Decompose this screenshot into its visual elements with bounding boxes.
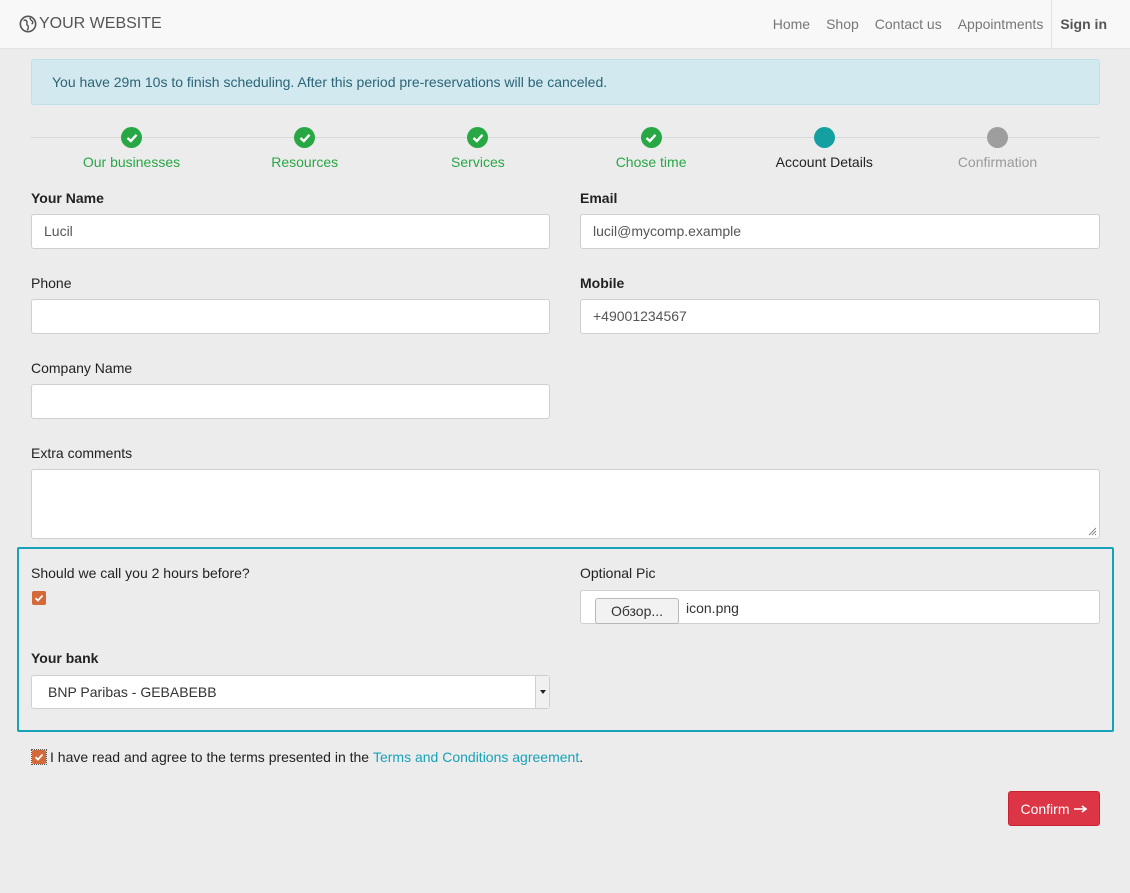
step-label: Services bbox=[451, 154, 505, 170]
brand-logo[interactable]: YOUR WEBSITE bbox=[19, 14, 162, 34]
check-circle-icon bbox=[294, 127, 316, 148]
step-services: Services bbox=[391, 127, 564, 170]
mobile-input[interactable]: +49001234567 bbox=[580, 299, 1100, 334]
mobile-label: Mobile bbox=[580, 275, 625, 291]
step-label: Confirmation bbox=[957, 154, 1038, 170]
step-label: Resources bbox=[271, 154, 339, 170]
bank-label: Your bank bbox=[31, 650, 99, 666]
timer-alert: You have 29m 10s to finish scheduling. A… bbox=[31, 59, 1100, 105]
comments-textarea[interactable] bbox=[31, 469, 1100, 539]
confirm-label: Confirm bbox=[1020, 800, 1070, 817]
step-label: Account Details bbox=[775, 154, 873, 170]
step-chose-time: Chose time bbox=[565, 127, 738, 170]
comments-label: Extra comments bbox=[31, 445, 133, 461]
nav-contact-us[interactable]: Contact us bbox=[875, 16, 942, 32]
check-circle-icon bbox=[121, 127, 142, 148]
name-label: Your Name bbox=[31, 190, 104, 206]
step-confirmation: Confirmation bbox=[911, 127, 1084, 170]
step-dot-icon bbox=[813, 127, 835, 148]
bank-select-value: BNP Paribas - GEBABEBB bbox=[48, 684, 217, 700]
nav-shop[interactable]: Shop bbox=[826, 16, 859, 32]
nav-menu: Home Shop Contact us Appointments Sign i… bbox=[773, 0, 1130, 48]
sign-in-link[interactable]: Sign in bbox=[1051, 0, 1107, 48]
phone-label: Phone bbox=[31, 275, 72, 291]
company-input[interactable] bbox=[31, 384, 550, 419]
company-label: Company Name bbox=[31, 360, 133, 376]
step-resources: Resources bbox=[218, 127, 391, 170]
navbar: YOUR WEBSITE Home Shop Contact us Appoin… bbox=[0, 0, 1130, 49]
caret-down-icon[interactable] bbox=[535, 676, 549, 708]
step-dot-icon bbox=[987, 127, 1008, 148]
resize-grip-icon[interactable] bbox=[1087, 526, 1097, 536]
email-label: Email bbox=[580, 190, 618, 206]
brand-name: YOUR WEBSITE bbox=[39, 15, 162, 32]
pic-file-input[interactable]: Обзор... icon.png bbox=[580, 590, 1100, 624]
terms-row: I have read and agree to the terms prese… bbox=[31, 749, 583, 765]
confirm-button[interactable]: Confirm bbox=[1008, 791, 1100, 826]
step-our-businesses: Our businesses bbox=[45, 127, 218, 170]
check-icon bbox=[34, 753, 44, 761]
check-circle-icon bbox=[467, 127, 489, 148]
nav-home[interactable]: Home bbox=[773, 16, 810, 32]
pic-label: Optional Pic bbox=[580, 565, 656, 581]
step-label: Chose time bbox=[615, 154, 687, 170]
email-input[interactable]: lucil@mycomp.example bbox=[580, 214, 1100, 249]
arrow-right-icon bbox=[1073, 804, 1087, 813]
call-checkbox[interactable] bbox=[32, 591, 46, 605]
check-circle-icon bbox=[640, 127, 662, 148]
step-account-details: Account Details bbox=[738, 127, 911, 170]
check-icon bbox=[34, 594, 44, 602]
call-label: Should we call you 2 hours before? bbox=[31, 565, 250, 581]
phone-input[interactable] bbox=[31, 299, 550, 334]
file-name: icon.png bbox=[686, 600, 739, 616]
terms-suffix: . bbox=[579, 749, 584, 765]
terms-text: I have read and agree to the terms prese… bbox=[50, 749, 373, 765]
nav-appointments[interactable]: Appointments bbox=[958, 16, 1044, 32]
terms-link[interactable]: Terms and Conditions agreement bbox=[373, 749, 579, 765]
browse-button[interactable]: Обзор... bbox=[595, 598, 679, 624]
name-input[interactable]: Lucil bbox=[31, 214, 550, 249]
terms-checkbox-focus bbox=[31, 749, 47, 765]
globe-icon bbox=[19, 15, 37, 33]
terms-checkbox[interactable] bbox=[32, 750, 46, 764]
step-label: Our businesses bbox=[82, 154, 181, 170]
bank-select[interactable]: BNP Paribas - GEBABEBB bbox=[31, 675, 550, 709]
